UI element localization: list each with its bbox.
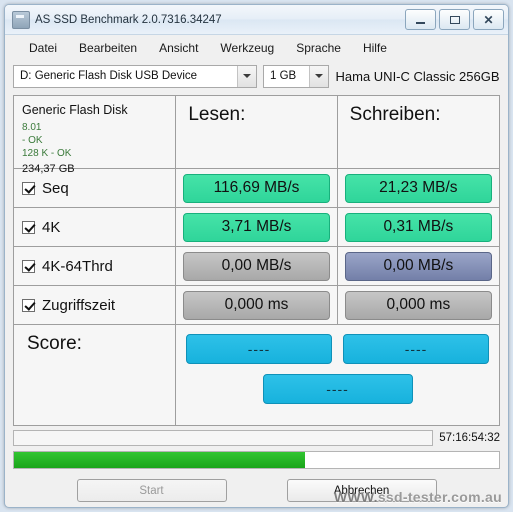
score-label: Score: — [27, 333, 82, 354]
progress-bar — [13, 451, 500, 469]
zugriffszeit-read-cell: 0,000 ms — [176, 286, 338, 324]
test-row-4k: 4K 3,71 MB/s 0,31 MB/s — [14, 208, 499, 247]
checkbox-zugriffszeit[interactable] — [22, 298, 35, 312]
test-toggle-4k64thrd[interactable]: 4K-64Thrd — [14, 247, 177, 285]
size-select[interactable]: 1 GB — [263, 64, 329, 88]
elapsed-timer: 57:16:54:32 — [439, 432, 500, 444]
window-title: AS SSD Benchmark 2.0.7316.34247 — [35, 13, 222, 26]
score-top-row: ---- ---- — [183, 334, 492, 364]
seq-read-value: 116,69 MB/s — [183, 173, 330, 203]
selector-row: D: Generic Flash Disk USB Device 1 GB Ha… — [5, 60, 508, 90]
4k64thrd-write-cell: 0,00 MB/s — [338, 247, 499, 285]
read-header-label: Lesen: — [188, 104, 246, 125]
drive-name: Generic Flash Disk — [22, 103, 128, 117]
window-controls: ✕ — [405, 9, 504, 30]
maximize-button[interactable] — [439, 9, 470, 30]
4k64thrd-read-cell: 0,00 MB/s — [176, 247, 338, 285]
benchmark-panel: Generic Flash Disk 8.01 - OK 128 K - OK … — [13, 95, 500, 426]
test-row-4k64thrd: 4K-64Thrd 0,00 MB/s 0,00 MB/s — [14, 247, 499, 286]
test-label-seq: Seq — [42, 179, 69, 197]
watermark-domain: ssd-tester.com.au — [377, 489, 502, 505]
score-write-value: ---- — [343, 334, 490, 364]
status-text — [13, 430, 434, 446]
checkbox-4k[interactable] — [22, 220, 35, 234]
test-row-seq: Seq 116,69 MB/s 21,23 MB/s — [14, 169, 499, 208]
watermark-prefix: WWW. — [333, 489, 378, 505]
menu-item-hilfe[interactable]: Hilfe — [363, 41, 387, 55]
4k-read-value: 3,71 MB/s — [183, 212, 330, 242]
menu-item-sprache[interactable]: Sprache — [296, 41, 341, 55]
maximize-icon — [449, 15, 460, 24]
score-row: Score: ---- ---- ---- — [14, 325, 499, 425]
score-total-value: ---- — [262, 374, 413, 404]
zugriffszeit-read-value: 0,000 ms — [183, 290, 330, 320]
device-select[interactable]: D: Generic Flash Disk USB Device — [13, 64, 257, 88]
test-label-zugriffszeit: Zugriffszeit — [42, 296, 116, 314]
zugriffszeit-write-value: 0,000 ms — [344, 290, 492, 320]
test-row-zugriffszeit: Zugriffszeit 0,000 ms 0,000 ms — [14, 286, 499, 325]
drive-info: Generic Flash Disk 8.01 - OK 128 K - OK … — [14, 96, 177, 175]
checkbox-seq[interactable] — [22, 181, 35, 195]
menu-item-ansicht[interactable]: Ansicht — [159, 41, 198, 55]
close-button[interactable]: ✕ — [473, 9, 504, 30]
start-button[interactable]: Start — [76, 479, 227, 502]
test-label-4k: 4K — [42, 218, 61, 236]
menu-item-datei[interactable]: Datei — [29, 41, 57, 55]
menu-item-werkzeug[interactable]: Werkzeug — [220, 41, 274, 55]
menu-bar: Datei Bearbeiten Ansicht Werkzeug Sprach… — [5, 35, 508, 60]
minimize-button[interactable] — [405, 9, 436, 30]
menu-item-bearbeiten[interactable]: Bearbeiten — [79, 41, 137, 55]
4k-write-cell: 0,31 MB/s — [338, 208, 499, 246]
title-bar: AS SSD Benchmark 2.0.7316.34247 ✕ — [5, 5, 508, 35]
minimize-icon — [416, 21, 425, 24]
write-column-header: Schreiben: — [338, 96, 499, 168]
seq-write-cell: 21,23 MB/s — [338, 169, 499, 207]
test-toggle-zugriffszeit[interactable]: Zugriffszeit — [14, 286, 177, 324]
seq-write-value: 21,23 MB/s — [344, 173, 492, 203]
app-window: AS SSD Benchmark 2.0.7316.34247 ✕ Datei … — [4, 4, 509, 508]
watermark: WWW.ssd-tester.com.au — [334, 489, 502, 505]
seq-read-cell: 116,69 MB/s — [176, 169, 338, 207]
chevron-down-icon — [315, 74, 323, 78]
4k-read-cell: 3,71 MB/s — [176, 208, 338, 246]
test-toggle-4k[interactable]: 4K — [14, 208, 177, 246]
4k-write-value: 0,31 MB/s — [344, 212, 492, 242]
4k64thrd-write-value: 0,00 MB/s — [344, 251, 492, 281]
read-column-header: Lesen: — [176, 96, 338, 168]
score-read-value: ---- — [186, 334, 333, 364]
write-header-label: Schreiben: — [349, 104, 441, 125]
device-select-arrow[interactable] — [237, 65, 256, 87]
test-toggle-seq[interactable]: Seq — [14, 169, 177, 207]
product-title: Hama UNI-C Classic 256GB — [335, 68, 500, 84]
score-values: ---- ---- ---- — [176, 325, 499, 425]
status-line: 57:16:54:32 — [13, 430, 500, 446]
chevron-down-icon — [243, 74, 251, 78]
app-icon — [12, 10, 30, 29]
progress-bar-fill — [14, 452, 305, 468]
size-select-arrow[interactable] — [309, 65, 328, 87]
drive-status: - OK — [22, 135, 43, 146]
device-select-value: D: Generic Flash Disk USB Device — [20, 70, 198, 82]
drive-firmware: 8.01 — [22, 122, 42, 133]
drive-alignment: 128 K - OK — [22, 148, 72, 159]
info-header-row: Generic Flash Disk 8.01 - OK 128 K - OK … — [14, 96, 499, 175]
checkbox-4k64thrd[interactable] — [22, 259, 35, 273]
test-label-4k64thrd: 4K-64Thrd — [42, 257, 113, 275]
4k64thrd-read-value: 0,00 MB/s — [183, 251, 330, 281]
zugriffszeit-write-cell: 0,000 ms — [338, 286, 499, 324]
score-label-cell: Score: — [14, 325, 177, 425]
close-icon: ✕ — [483, 12, 494, 27]
size-select-value: 1 GB — [270, 70, 297, 82]
